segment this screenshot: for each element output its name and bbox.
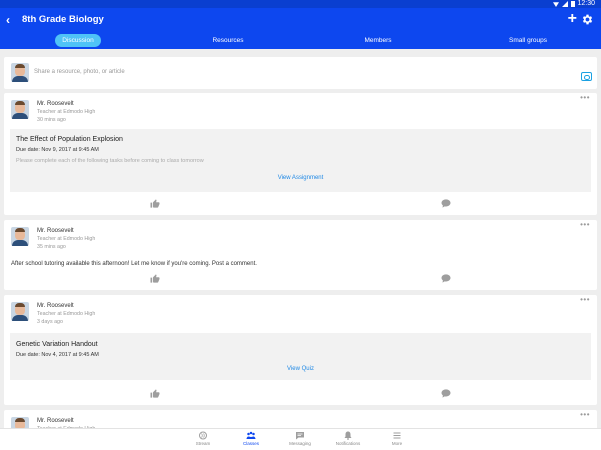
nav-label: Messaging [289,441,311,446]
post-composer: Share a resource, photo, or article [4,57,597,89]
wifi-icon [553,2,559,7]
post-time: 35 mins ago [37,244,66,250]
assignment-card[interactable]: The Effect of Population Explosion Due d… [10,129,591,192]
nav-label: Notifications [335,441,361,446]
nav-messaging[interactable]: Messaging [280,431,320,446]
post-time: 30 mins ago [37,117,66,123]
signal-icon [562,1,568,7]
nav-label: Stream [195,441,211,446]
more-options-icon[interactable]: ••• [580,296,590,304]
status-time: 12:30 [577,0,595,7]
post-time: 3 days ago [37,319,63,325]
plus-icon[interactable]: + [568,10,577,28]
post-card: ••• Mr. Roosevelt Teacher at Edmodo High [4,410,597,428]
avatar [11,100,29,119]
assignment-card[interactable]: Genetic Variation Handout Due date: Nov … [10,333,591,380]
tab-discussion[interactable]: Discussion [55,34,101,47]
assignment-due-date: Due date: Nov 9, 2017 at 9:45 AM [16,147,99,153]
more-options-icon[interactable]: ••• [580,221,590,229]
avatar [11,302,29,321]
share-input[interactable]: Share a resource, photo, or article [34,69,125,75]
nav-label: Classes [242,441,259,446]
avatar [11,63,29,82]
status-icons [553,1,575,7]
post-role: Teacher at Edmodo High [37,109,96,115]
more-options-icon[interactable]: ••• [580,94,590,102]
nav-more[interactable]: More [377,431,417,446]
more-options-icon[interactable]: ••• [580,411,590,419]
assignment-title: The Effect of Population Explosion [16,136,123,143]
comment-icon[interactable] [441,199,451,208]
camera-icon[interactable] [581,72,592,81]
tab-resources[interactable]: Resources [203,34,253,47]
post-author[interactable]: Mr. Roosevelt [37,228,74,234]
post-author[interactable]: Mr. Roosevelt [37,418,74,424]
post-text: After school tutoring available this aft… [11,261,257,267]
nav-stream[interactable]: Stream [183,431,223,446]
classes-icon [246,431,256,439]
assignment-due-date: Due date: Nov 4, 2017 at 9:45 AM [16,352,99,358]
tab-members[interactable]: Members [353,34,403,47]
post-card: ••• Mr. Roosevelt Teacher at Edmodo High… [4,220,597,290]
status-bar: 12:30 [0,0,601,8]
assignment-title: Genetic Variation Handout [16,341,98,348]
stream-icon [199,431,207,440]
tab-bar: Discussion Resources Members Small group… [0,32,601,49]
page-title: 8th Grade Biology [22,14,104,25]
app-bar: ‹ 8th Grade Biology + [0,8,601,32]
bottom-navigation: Stream Classes Messaging Notifications M… [0,428,601,450]
comment-icon[interactable] [441,274,451,283]
messaging-icon [296,432,304,440]
comment-icon[interactable] [441,389,451,398]
post-role: Teacher at Edmodo High [37,311,96,317]
avatar [11,417,29,428]
thumbs-up-icon[interactable] [150,199,160,208]
thumbs-up-icon[interactable] [150,389,160,398]
back-arrow-icon[interactable]: ‹ [6,12,10,28]
avatar [11,227,29,246]
gear-icon[interactable] [581,13,594,26]
post-author[interactable]: Mr. Roosevelt [37,101,74,107]
tab-small-groups[interactable]: Small groups [500,34,556,47]
view-assignment-link[interactable]: View Assignment [10,175,591,181]
post-card: ••• Mr. Roosevelt Teacher at Edmodo High… [4,295,597,405]
view-quiz-link[interactable]: View Quiz [10,366,591,372]
battery-icon [571,1,575,7]
thumbs-up-icon[interactable] [150,274,160,283]
nav-classes[interactable]: Classes [231,431,271,446]
post-card: ••• Mr. Roosevelt Teacher at Edmodo High… [4,93,597,215]
nav-notifications[interactable]: Notifications [328,431,368,446]
post-role: Teacher at Edmodo High [37,236,96,242]
nav-label: More [391,441,403,446]
assignment-description: Please complete each of the following ta… [16,158,204,164]
discussion-feed[interactable]: Share a resource, photo, or article ••• … [0,49,601,428]
post-author[interactable]: Mr. Roosevelt [37,303,74,309]
menu-icon [393,432,401,439]
bell-icon [344,431,352,440]
